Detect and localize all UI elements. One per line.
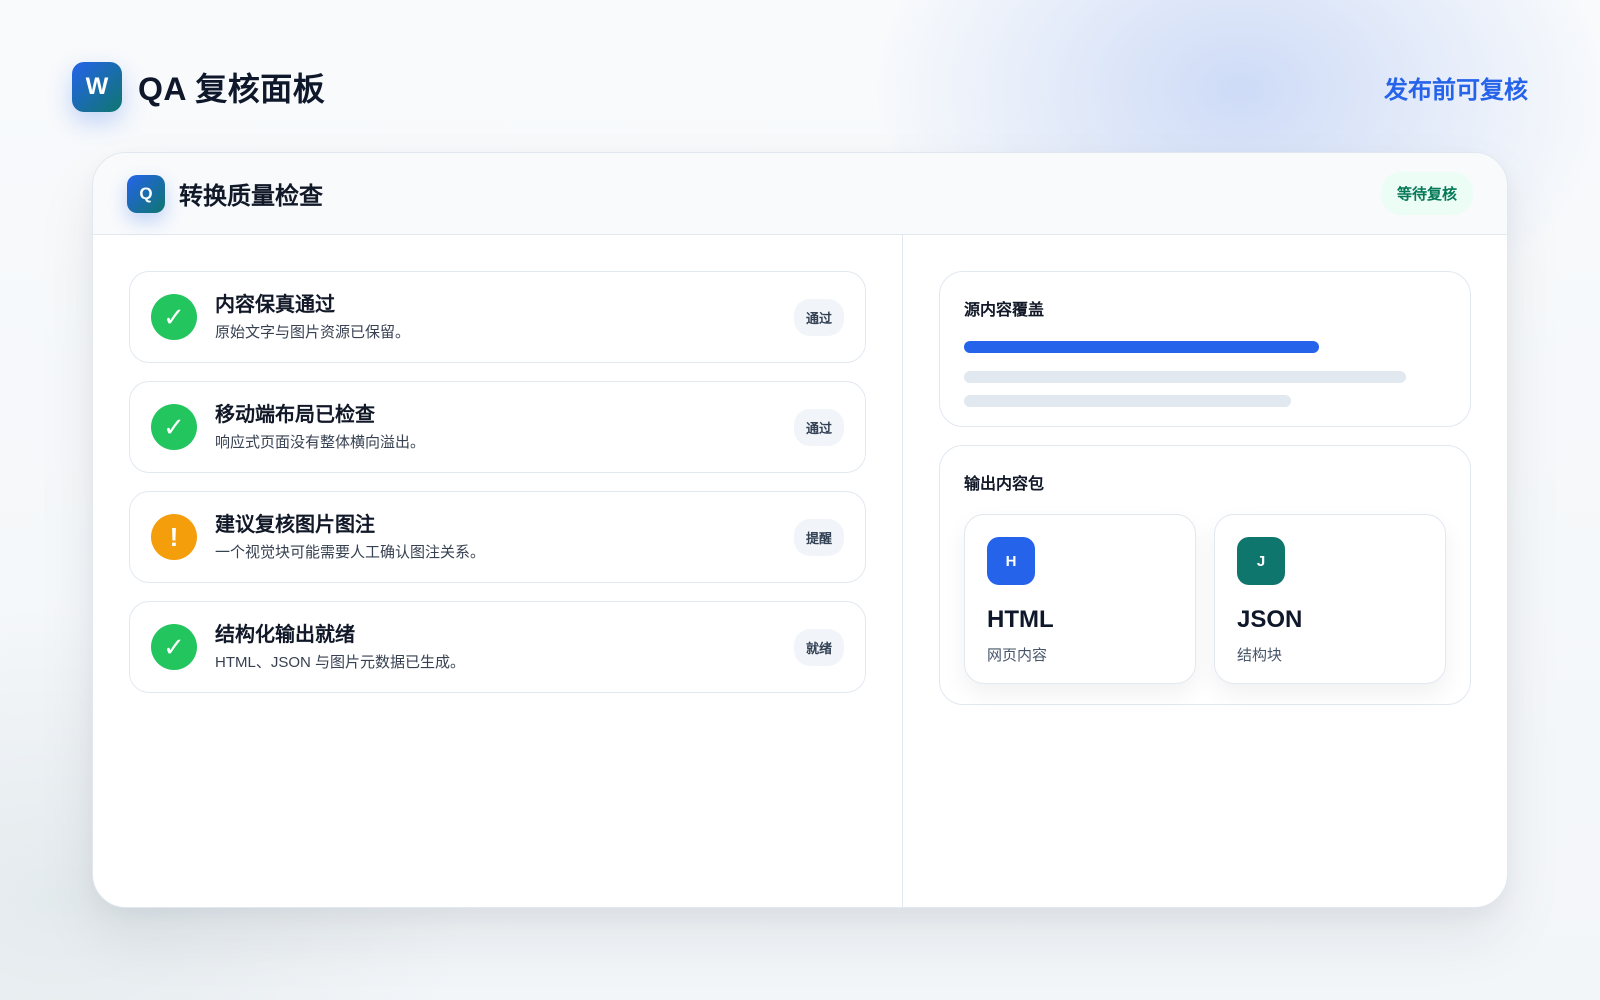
check-text: 移动端布局已检查 响应式页面没有整体横向溢出。: [215, 402, 794, 453]
check-title: 移动端布局已检查: [215, 403, 375, 426]
placeholder-bar: [964, 395, 1291, 407]
check-description: 原始文字与图片资源已保留。: [215, 323, 411, 341]
checkmark-icon: ✓: [151, 624, 197, 670]
check-text: 建议复核图片图注 一个视觉块可能需要人工确认图注关系。: [215, 512, 794, 563]
check-item[interactable]: ✓ 移动端布局已检查 响应式页面没有整体横向溢出。 通过: [129, 381, 866, 473]
coverage-card: 源内容覆盖: [939, 271, 1471, 427]
brand: W QA 复核面板: [72, 62, 325, 112]
output-description: 结构块: [1237, 647, 1283, 664]
check-text: 结构化输出就绪 HTML、JSON 与图片元数据已生成。: [215, 622, 794, 673]
page-title: QA 复核面板: [138, 71, 326, 107]
html-icon: H: [987, 537, 1035, 585]
checkmark-icon: ✓: [151, 404, 197, 450]
check-description: HTML、JSON 与图片元数据已生成。: [215, 653, 466, 671]
panel-title: 转换质量检查: [179, 183, 323, 210]
checkmark-icon: ✓: [151, 294, 197, 340]
check-item[interactable]: ✓ 结构化输出就绪 HTML、JSON 与图片元数据已生成。 就绪: [129, 601, 866, 693]
check-tag: 通过: [793, 408, 844, 446]
quality-icon: Q: [127, 174, 165, 213]
check-list: ✓ 内容保真通过 原始文字与图片资源已保留。 通过 ✓ 移动端布局已检查 响应式…: [93, 235, 903, 907]
check-title: 结构化输出就绪: [215, 623, 355, 646]
app-logo: W: [72, 62, 122, 112]
output-item-html[interactable]: H HTML 网页内容: [964, 514, 1196, 684]
page-header: W QA 复核面板 发布前可复核: [72, 62, 1528, 112]
coverage-title: 源内容覆盖: [964, 302, 1045, 319]
check-description: 响应式页面没有整体横向溢出。: [215, 433, 426, 451]
qa-panel: Q 转换质量检查 等待复核 ✓ 内容保真通过 原始文字与图片资源已保留。 通过 …: [92, 152, 1508, 908]
output-description: 网页内容: [987, 647, 1048, 664]
placeholder-bar: [964, 371, 1406, 383]
check-title: 建议复核图片图注: [215, 513, 375, 536]
panel-header: Q 转换质量检查 等待复核: [93, 153, 1507, 235]
panel-body: ✓ 内容保真通过 原始文字与图片资源已保留。 通过 ✓ 移动端布局已检查 响应式…: [93, 235, 1507, 907]
check-tag: 就绪: [793, 628, 844, 666]
output-card: 输出内容包 H HTML 网页内容 J JSON 结构块: [939, 445, 1471, 705]
coverage-bar: [964, 341, 1319, 353]
output-grid: H HTML 网页内容 J JSON 结构块: [964, 514, 1446, 684]
check-item[interactable]: ✓ 内容保真通过 原始文字与图片资源已保留。 通过: [129, 271, 866, 363]
summary-column: 源内容覆盖 输出内容包 H HTML 网页内容 J JSON 结构块: [903, 235, 1507, 907]
check-tag: 提醒: [793, 518, 844, 556]
status-badge: 等待复核: [1380, 172, 1473, 215]
check-description: 一个视觉块可能需要人工确认图注关系。: [215, 543, 486, 561]
output-title: 输出内容包: [964, 476, 1045, 493]
warning-icon: !: [151, 514, 197, 560]
check-tag: 通过: [793, 298, 844, 336]
panel-heading: Q 转换质量检查: [127, 174, 323, 213]
output-name: HTML: [987, 606, 1054, 633]
check-text: 内容保真通过 原始文字与图片资源已保留。: [215, 292, 794, 343]
output-item-json[interactable]: J JSON 结构块: [1214, 514, 1446, 684]
check-item[interactable]: ! 建议复核图片图注 一个视觉块可能需要人工确认图注关系。 提醒: [129, 491, 866, 583]
json-icon: J: [1237, 537, 1285, 585]
check-title: 内容保真通过: [215, 293, 335, 316]
output-name: JSON: [1237, 606, 1303, 633]
ready-for-review-link[interactable]: 发布前可复核: [1384, 70, 1528, 105]
